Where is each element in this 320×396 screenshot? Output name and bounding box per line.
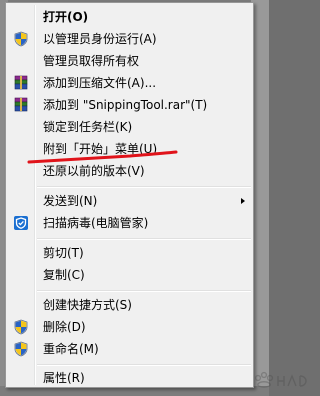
red-annotation-underline	[27, 150, 178, 164]
watermark-logo	[254, 371, 307, 388]
